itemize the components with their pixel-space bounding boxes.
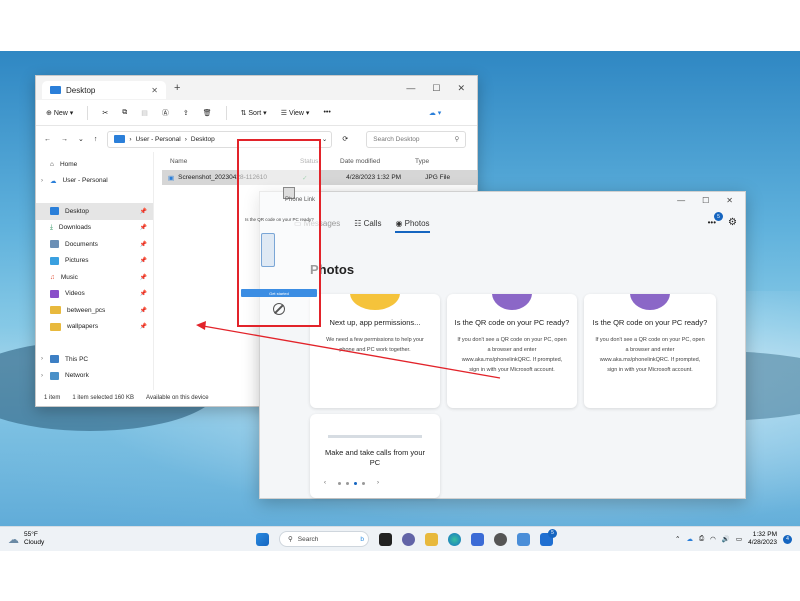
bing-icon: b [360,535,364,543]
printer-icon[interactable]: ⎙ [699,535,704,543]
file-explorer-icon[interactable] [425,532,438,546]
volume-icon[interactable]: 🔊 [722,535,730,543]
phone-link-icon[interactable]: 5 [540,528,557,546]
taskbar-apps: ⚲ Search b 5 [256,528,557,547]
notification-badge[interactable]: 4 [783,534,792,544]
chevron-up-icon[interactable]: ⌃ [675,535,680,543]
battery-icon[interactable]: ▭ [736,535,742,543]
start-icon[interactable] [256,532,269,546]
cloud-icon: ☁ [8,533,19,546]
edge-icon[interactable] [448,532,461,546]
notification-badge: 5 [548,528,557,538]
taskbar-search[interactable]: ⚲ Search b [279,531,369,547]
arrow-line [202,325,501,379]
remote-desktop-icon[interactable] [517,532,530,546]
weather-widget[interactable]: ☁ 55°F Cloudy [8,531,44,547]
search-icon: ⚲ [288,536,293,543]
clock[interactable]: 1:32 PM 4/28/2023 [748,531,777,547]
chat-icon[interactable] [402,532,415,546]
arrow-head [196,321,206,330]
annotation-arrow [196,321,501,379]
task-view-icon[interactable] [379,532,392,546]
settings-icon[interactable] [494,532,507,546]
store-icon[interactable] [471,532,484,546]
system-tray: ⌃ ☁ ⎙ ◠ 🔊 ▭ 1:32 PM 4/28/2023 4 [675,531,792,547]
wifi-icon[interactable]: ◠ [710,535,716,543]
onedrive-icon[interactable]: ☁ [686,535,693,543]
taskbar: ☁ 55°F Cloudy ⚲ Search b 5 ⌃ ☁ ⎙ ◠ 🔊 ▭ 1:… [0,526,800,551]
